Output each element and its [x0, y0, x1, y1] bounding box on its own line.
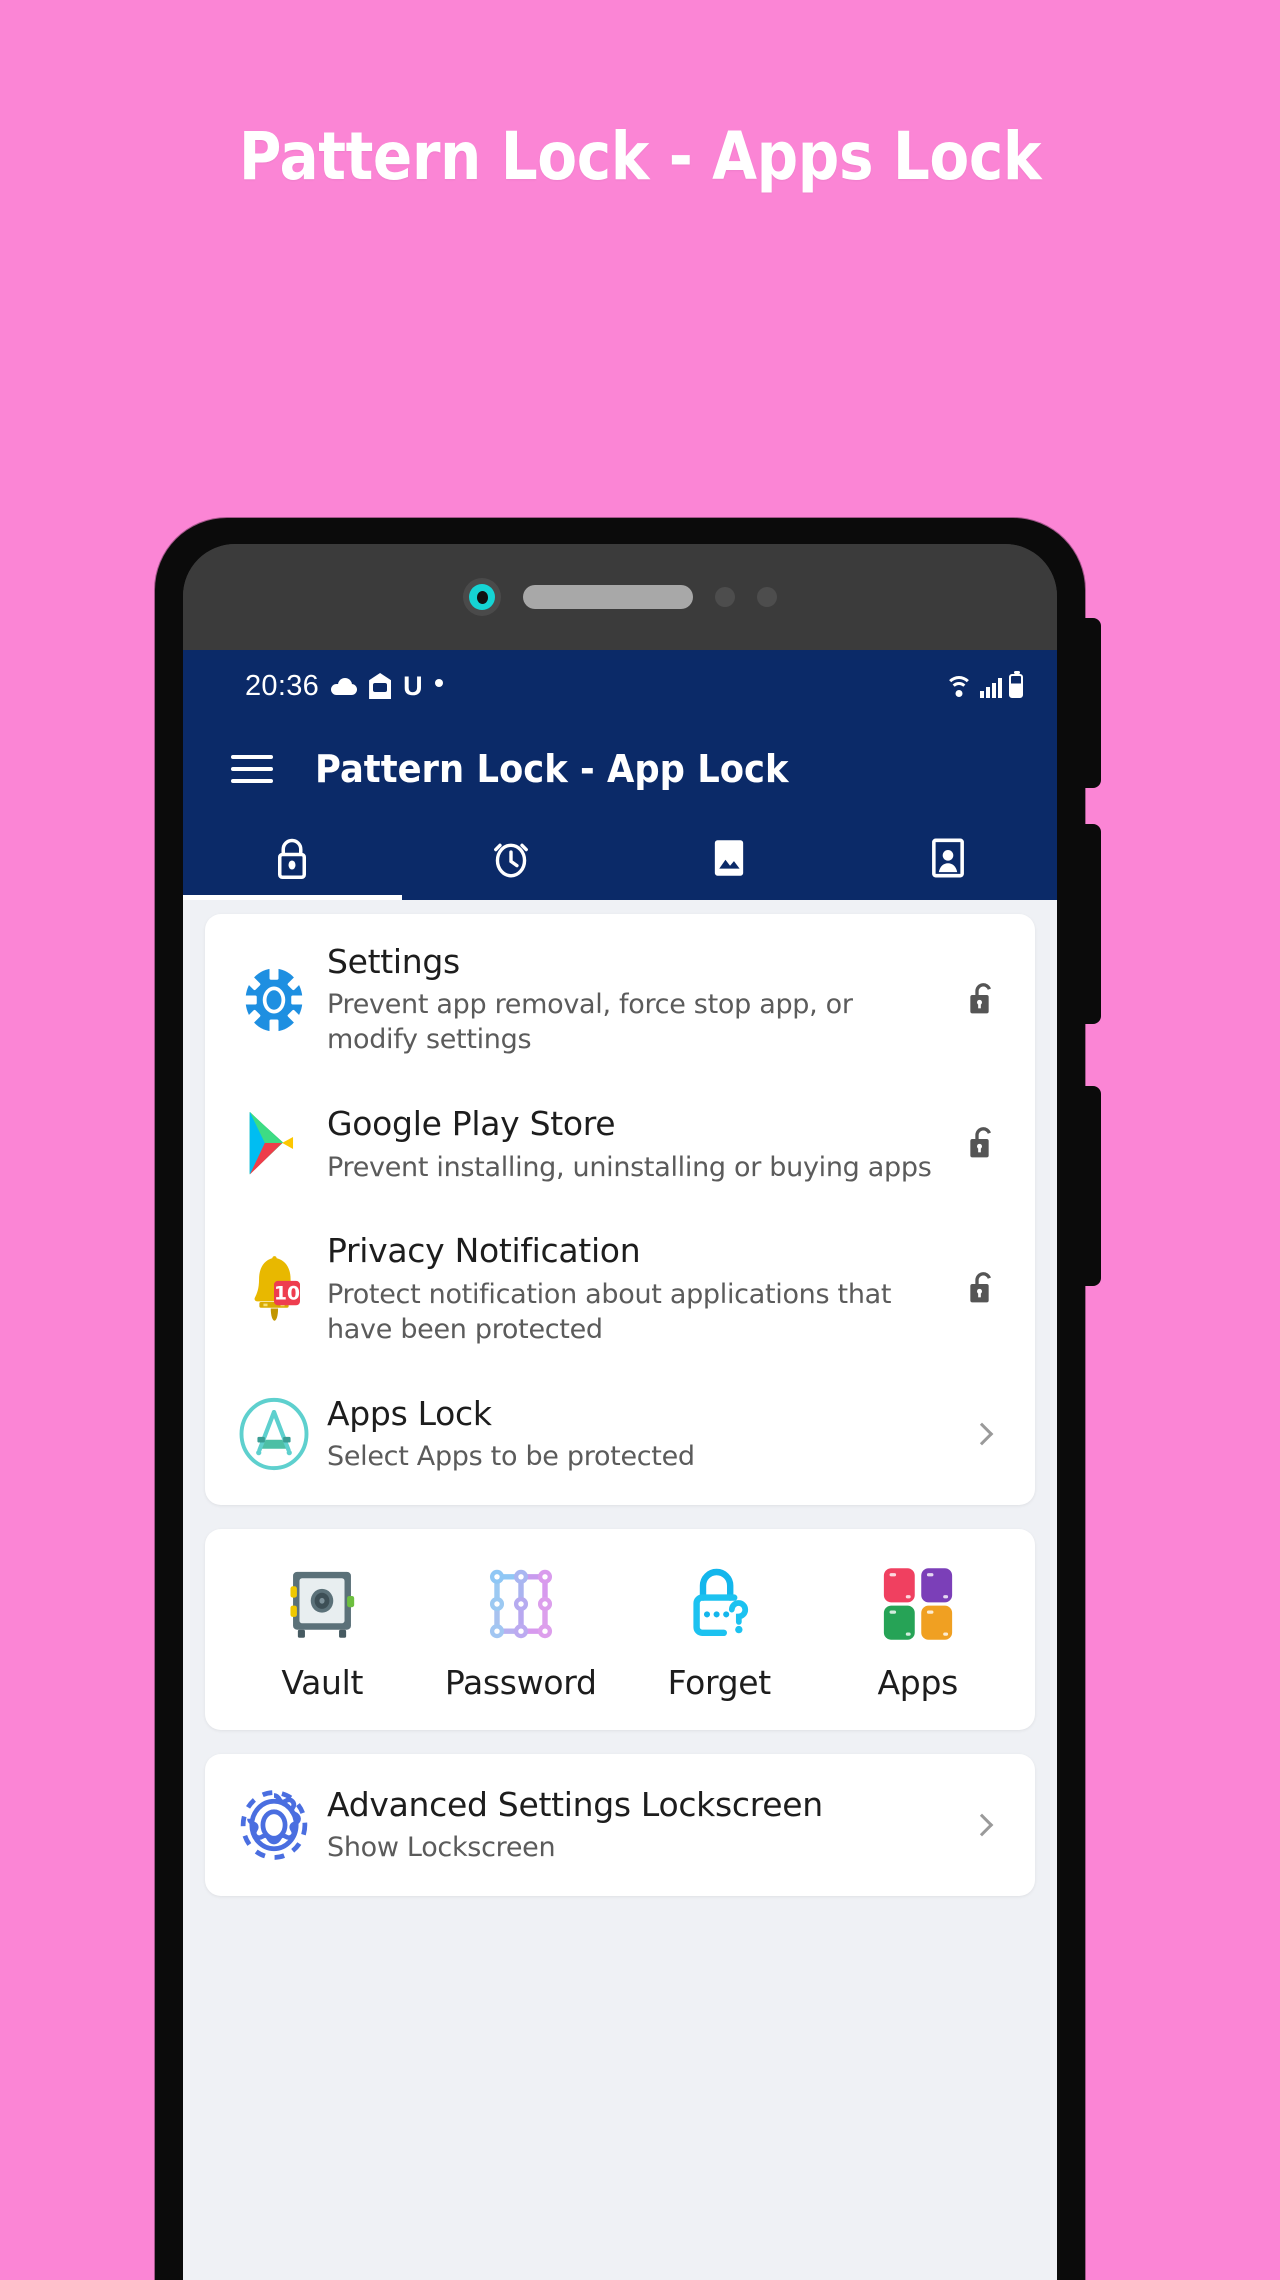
google-play-icon	[231, 1101, 317, 1187]
phone-side-button-volume-down[interactable]	[1083, 824, 1101, 1024]
unlocked-padlock-icon	[970, 982, 991, 1014]
alarm-clock-icon	[493, 843, 528, 878]
quick-action-label: Vault	[281, 1662, 364, 1702]
cloud-icon	[331, 677, 358, 695]
safe-vault-icon	[285, 1561, 359, 1647]
quick-action-label: Apps	[877, 1662, 959, 1702]
quick-actions-row: Vault Password Forget Apps	[205, 1535, 1035, 1724]
row-google-play-store[interactable]: Google Play Store Prevent installing, un…	[205, 1079, 1035, 1209]
bell-notification-icon: 10	[231, 1246, 317, 1332]
app-notification-icon	[369, 673, 392, 699]
row-subtitle: Prevent app removal, force stop app, or …	[327, 989, 853, 1056]
lock-question-icon	[681, 1561, 757, 1647]
earpiece-speaker-icon	[523, 585, 693, 609]
settings-card: Settings Prevent app removal, force stop…	[205, 914, 1035, 1505]
row-title: Settings	[327, 942, 460, 981]
quick-action-apps[interactable]: Apps	[819, 1561, 1018, 1702]
phone-screen-bezel: 20:36 U Pattern Lock - App Lock Settings…	[183, 544, 1057, 2280]
pattern-dots-icon	[482, 1561, 560, 1647]
phone-side-button-power[interactable]	[1083, 1086, 1101, 1286]
signal-icon	[980, 676, 1002, 698]
notification-badge-count: 10	[274, 1284, 300, 1305]
battery-icon	[1009, 671, 1023, 698]
quick-action-label: Password	[444, 1662, 597, 1702]
light-sensor-icon	[757, 587, 777, 607]
promo-title: Pattern Lock - Apps Lock	[238, 118, 1042, 195]
app-bar: Pattern Lock - App Lock	[183, 722, 1057, 816]
tab-alarm[interactable]	[402, 816, 621, 900]
tab-lock[interactable]	[183, 816, 402, 900]
row-title: Google Play Store	[327, 1104, 616, 1144]
padlock-icon	[278, 838, 307, 879]
apps-lock-circle-icon	[231, 1391, 317, 1477]
quick-action-password[interactable]: Password	[422, 1561, 621, 1702]
row-action[interactable]	[955, 1269, 1009, 1309]
u-letter-icon: U	[403, 670, 423, 701]
tab-profile[interactable]	[839, 816, 1058, 900]
row-title: Advanced Settings Lockscreen	[327, 1784, 823, 1824]
row-advanced-settings-lockscreen[interactable]: Advanced Settings Lockscreen Show Locksc…	[205, 1760, 1035, 1890]
screen-content: Settings Prevent app removal, force stop…	[183, 900, 1057, 1896]
chevron-right-icon	[970, 1813, 994, 1837]
row-action[interactable]	[955, 1422, 1009, 1446]
row-action[interactable]	[955, 1124, 1009, 1164]
quick-actions-card: Vault Password Forget Apps	[205, 1528, 1035, 1730]
status-bar-clock: 20:36	[245, 669, 320, 702]
phone-screen: 20:36 U Pattern Lock - App Lock Settings…	[183, 650, 1057, 2280]
quick-action-forget[interactable]: Forget	[620, 1561, 819, 1702]
quick-action-vault[interactable]: Vault	[223, 1561, 422, 1702]
unlocked-padlock-icon	[970, 1272, 991, 1303]
row-subtitle: Protect notification about applications …	[327, 1278, 892, 1345]
tab-active-indicator	[183, 895, 402, 900]
gear-settings-icon	[231, 957, 317, 1043]
proximity-sensor-icon	[715, 587, 735, 607]
app-bar-title: Pattern Lock - App Lock	[315, 747, 789, 791]
front-camera-lens-icon	[463, 578, 501, 616]
phone-mockup: 20:36 U Pattern Lock - App Lock Settings…	[155, 518, 1101, 2280]
row-privacy-notification[interactable]: 10 Privacy Notification Protect notifica…	[205, 1209, 1035, 1368]
hamburger-menu-icon[interactable]	[231, 755, 273, 783]
row-subtitle: Show Lockscreen	[327, 1831, 556, 1863]
row-subtitle: Select Apps to be protected	[327, 1440, 695, 1472]
phone-side-button-volume-up[interactable]	[1083, 618, 1101, 788]
row-title: Privacy Notification	[327, 1231, 641, 1271]
gear-outline-icon	[231, 1782, 317, 1868]
row-action[interactable]	[955, 1813, 1009, 1837]
row-settings[interactable]: Settings Prevent app removal, force stop…	[205, 920, 1035, 1079]
row-subtitle: Prevent installing, uninstalling or buyi…	[327, 1151, 932, 1183]
tab-gallery[interactable]	[620, 816, 839, 900]
row-title: Apps Lock	[327, 1393, 492, 1433]
phone-bezel-top	[183, 544, 1057, 650]
wifi-icon	[945, 676, 973, 698]
tab-bar	[183, 816, 1057, 900]
row-apps-lock[interactable]: Apps Lock Select Apps to be protected	[205, 1369, 1035, 1499]
portrait-person-icon	[931, 838, 964, 878]
photo-image-icon	[715, 840, 744, 876]
row-action[interactable]	[955, 980, 1009, 1020]
advanced-settings-card: Advanced Settings Lockscreen Show Locksc…	[205, 1753, 1035, 1896]
four-app-squares-icon	[880, 1561, 956, 1647]
quick-action-label: Forget	[667, 1662, 772, 1702]
dot-icon	[434, 679, 443, 687]
chevron-right-icon	[970, 1422, 994, 1446]
status-bar: 20:36 U	[183, 650, 1057, 722]
unlocked-padlock-icon	[970, 1127, 991, 1158]
